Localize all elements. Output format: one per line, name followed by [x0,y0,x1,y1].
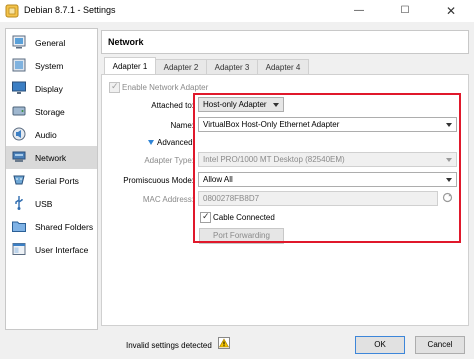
attached-to-label: Attached to: [151,101,194,110]
sidebar-item-audio[interactable]: Audio [6,123,97,146]
tab-adapter-4[interactable]: Adapter 4 [257,59,309,75]
panel-header: Network [101,30,469,54]
sidebar-item-label: User Interface [35,245,89,255]
title-bar: Debian 8.7.1 - Settings — ☐ ✕ [0,0,474,22]
ok-button[interactable]: OK [355,336,405,354]
tab-adapter-3[interactable]: Adapter 3 [206,59,258,75]
sidebar-item-general[interactable]: General [6,31,97,54]
expand-arrow-icon[interactable] [148,140,154,145]
panel-title: Network [108,37,144,47]
display-icon [12,81,26,94]
advanced-toggle[interactable]: Advanced [157,138,193,147]
highlight-box [193,93,461,243]
sidebar-item-display[interactable]: Display [6,77,97,100]
sidebar-item-user-interface[interactable]: User Interface [6,238,97,261]
serial-ports-icon [13,175,25,185]
enable-adapter-checkbox[interactable] [109,81,120,93]
sidebar-item-label: USB [35,199,53,209]
system-icon [12,58,26,72]
usb-icon [15,196,23,210]
shared-folders-icon [12,221,26,232]
sidebar-item-label: Network [35,153,67,163]
window-title: Debian 8.7.1 - Settings [24,5,116,15]
sidebar-item-network[interactable]: Network [6,146,97,169]
sidebar-item-label: General [35,38,66,48]
user-interface-icon [12,243,26,255]
sidebar-item-label: Display [35,84,63,94]
sidebar-item-label: Shared Folders [35,222,94,232]
settings-sidebar: General System Display Storage Audio Net… [5,28,98,330]
storage-icon [12,106,26,116]
settings-window: Debian 8.7.1 - Settings — ☐ ✕ General Sy… [0,0,474,359]
sidebar-item-system[interactable]: System [6,54,97,77]
sidebar-item-label: Storage [35,107,65,117]
promiscuous-mode-label: Promiscuous Mode: [123,176,194,185]
virtualbox-icon [5,4,19,18]
close-button[interactable]: ✕ [428,0,474,22]
name-label: Name: [170,121,194,130]
sidebar-item-label: System [35,61,64,71]
sidebar-item-label: Audio [35,130,57,140]
sidebar-item-storage[interactable]: Storage [6,100,97,123]
maximize-button[interactable]: ☐ [382,0,428,22]
general-icon [12,35,26,49]
tab-adapter-1[interactable]: Adapter 1 [104,57,156,75]
status-text: Invalid settings detected [126,341,212,350]
audio-icon [12,127,26,141]
sidebar-item-serial-ports[interactable]: Serial Ports [6,169,97,192]
enable-adapter-label: Enable Network Adapter [122,83,209,92]
warning-icon[interactable] [218,337,230,349]
sidebar-item-shared-folders[interactable]: Shared Folders [6,215,97,238]
network-icon [12,151,26,162]
tab-adapter-2[interactable]: Adapter 2 [155,59,207,75]
minimize-button[interactable]: — [336,0,382,22]
sidebar-item-usb[interactable]: USB [6,192,97,215]
mac-address-label: MAC Address: [142,195,194,204]
sidebar-item-label: Serial Ports [35,176,79,186]
cancel-button[interactable]: Cancel [415,336,465,354]
adapter-type-label: Adapter Type: [144,156,194,165]
